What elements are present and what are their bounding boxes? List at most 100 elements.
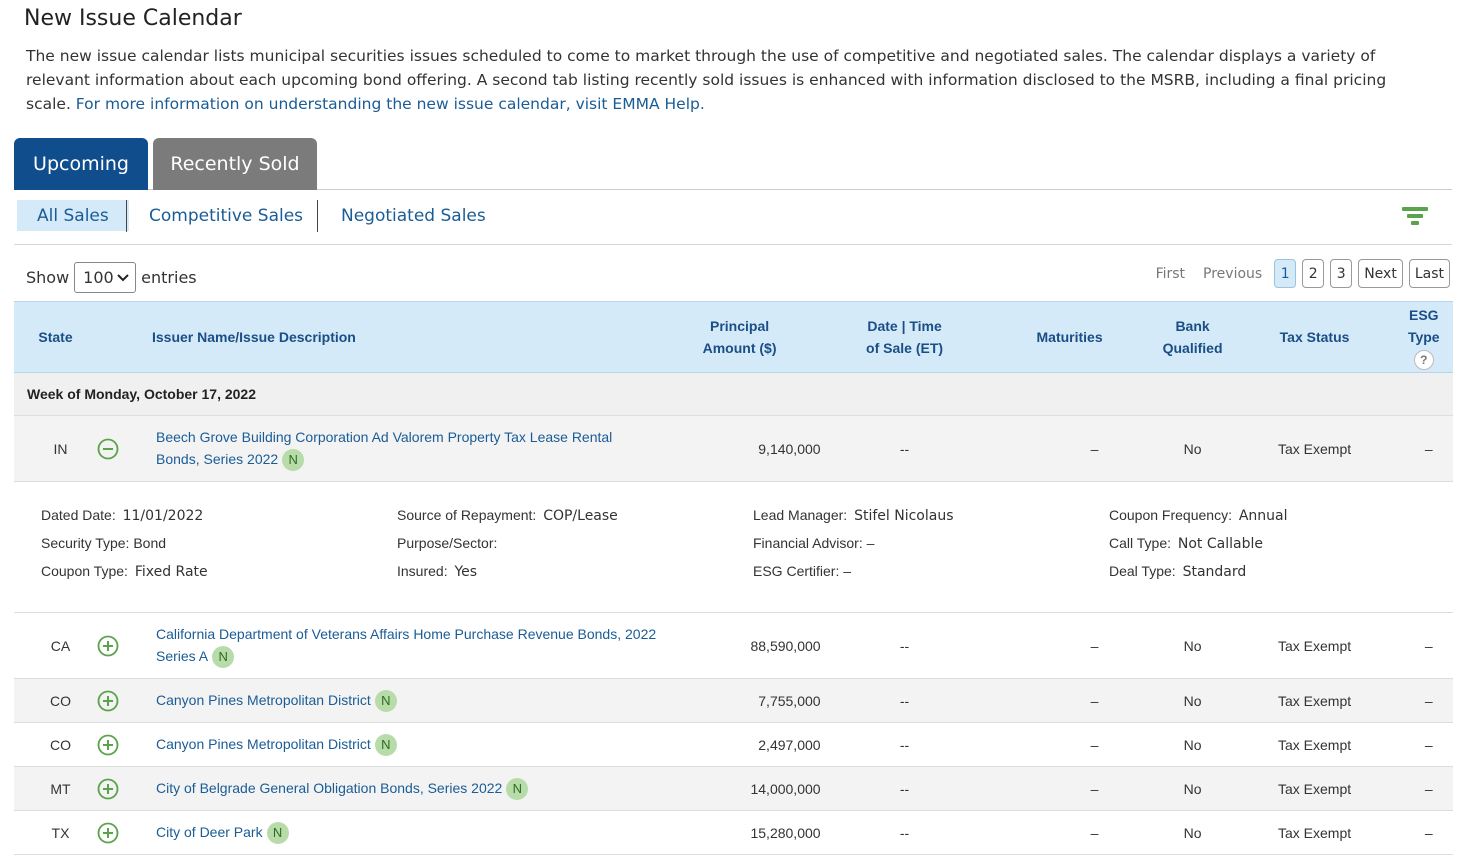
row-amount: 15,280,000 bbox=[658, 810, 821, 855]
detail-col-2: Source of Repayment: COP/Lease Purpose/S… bbox=[397, 507, 618, 591]
header-date-line1: Date | Time bbox=[867, 318, 942, 334]
row-maturities: – bbox=[988, 612, 1151, 679]
header-date-time[interactable]: Date | Time of Sale (ET) bbox=[820, 301, 989, 373]
subtab-competitive-sales[interactable]: Competitive Sales bbox=[129, 200, 323, 232]
row-bank-qualified: No bbox=[1150, 415, 1235, 482]
collapse-icon[interactable] bbox=[97, 438, 119, 460]
header-issuer[interactable]: Issuer Name/Issue Description bbox=[97, 301, 659, 373]
row-state: CO bbox=[14, 678, 97, 723]
row-amount: 88,590,000 bbox=[658, 612, 821, 679]
row-issuer: City of Deer Park N bbox=[142, 810, 659, 855]
row-issuer: Canyon Pines Metropolitan District N bbox=[142, 678, 659, 723]
entries-label: entries bbox=[141, 268, 197, 287]
detail-purpose-label: Purpose/Sector: bbox=[397, 535, 498, 551]
row-date: -- bbox=[820, 722, 989, 767]
header-maturities[interactable]: Maturities bbox=[988, 301, 1151, 373]
detail-financial-advisor: Financial Advisor: – bbox=[753, 535, 954, 563]
header-principal[interactable]: Principal Amount ($) bbox=[658, 301, 821, 373]
row-esg: – bbox=[1394, 612, 1453, 679]
table-row: CO Canyon Pines Metropolitan District N 7… bbox=[14, 678, 1453, 723]
row-issuer: City of Belgrade General Obligation Bond… bbox=[142, 766, 659, 811]
row-state: CA bbox=[14, 612, 97, 679]
expand-icon[interactable] bbox=[97, 734, 119, 756]
expand-icon[interactable] bbox=[97, 690, 119, 712]
detail-call-type: Call Type: Not Callable bbox=[1109, 535, 1288, 563]
table-row: TX City of Deer Park N 15,280,000 -- – No… bbox=[14, 810, 1453, 855]
negotiated-badge: N bbox=[266, 822, 289, 845]
row-bank-qualified: No bbox=[1150, 722, 1235, 767]
expand-icon[interactable] bbox=[97, 822, 119, 844]
entries-select[interactable]: 100 bbox=[74, 262, 137, 293]
row-state: MT bbox=[14, 766, 97, 811]
detail-col-1: Dated Date: 11/01/2022 Security Type: Bo… bbox=[41, 507, 208, 591]
detail-certifier-label: ESG Certifier: bbox=[753, 563, 840, 579]
issuer-link[interactable]: Beech Grove Building Corporation Ad Valo… bbox=[156, 429, 612, 467]
page-title: New Issue Calendar bbox=[24, 6, 242, 31]
row-maturities: – bbox=[988, 722, 1151, 767]
tab-upcoming[interactable]: Upcoming bbox=[14, 138, 148, 190]
header-state[interactable]: State bbox=[14, 301, 97, 373]
show-label: Show bbox=[26, 268, 70, 287]
row-date: -- bbox=[820, 678, 989, 723]
row-tax-status: Tax Exempt bbox=[1234, 612, 1395, 679]
pager-page-2[interactable]: 2 bbox=[1302, 259, 1325, 288]
pager-page-1[interactable]: 1 bbox=[1274, 259, 1297, 288]
pager-previous[interactable]: Previous bbox=[1197, 266, 1268, 282]
pager-next[interactable]: Next bbox=[1358, 259, 1403, 288]
detail-call-value: Not Callable bbox=[1177, 536, 1263, 552]
detail-lead-value: Stifel Nicolaus bbox=[854, 508, 954, 524]
detail-freq-label: Coupon Frequency: bbox=[1109, 507, 1232, 523]
pager-first[interactable]: First bbox=[1150, 266, 1191, 282]
chevron-down-icon bbox=[117, 273, 129, 281]
table-row: CO Canyon Pines Metropolitan District N 2… bbox=[14, 722, 1453, 767]
issuer-link[interactable]: City of Belgrade General Obligation Bond… bbox=[156, 780, 502, 796]
header-date-line2: of Sale (ET) bbox=[866, 340, 944, 356]
expand-icon[interactable] bbox=[97, 778, 119, 800]
header-principal-line1: Principal bbox=[709, 318, 770, 334]
detail-lead-label: Lead Manager: bbox=[753, 507, 848, 523]
detail-deal-type: Deal Type: Standard bbox=[1109, 563, 1288, 591]
detail-advisor-label: Financial Advisor: bbox=[753, 535, 863, 551]
week-group-row: Week of Monday, October 17, 2022 bbox=[14, 372, 1453, 416]
week-label: Week of Monday, October 17, 2022 bbox=[14, 372, 1453, 416]
pagination: First Previous 1 2 3 Next Last bbox=[1150, 259, 1450, 288]
row-tax-status: Tax Exempt bbox=[1234, 722, 1395, 767]
detail-lead-manager: Lead Manager: Stifel Nicolaus bbox=[753, 507, 954, 535]
detail-col-3: Lead Manager: Stifel Nicolaus Financial … bbox=[753, 507, 954, 591]
table-header-row: State Issuer Name/Issue Description Prin… bbox=[14, 301, 1453, 373]
issuer-link[interactable]: Canyon Pines Metropolitan District bbox=[156, 692, 371, 708]
expand-icon[interactable] bbox=[97, 635, 119, 657]
header-tax-status[interactable]: Tax Status bbox=[1234, 301, 1395, 373]
pager-last[interactable]: Last bbox=[1408, 259, 1450, 288]
issuer-link[interactable]: Canyon Pines Metropolitan District bbox=[156, 736, 371, 752]
detail-call-label: Call Type: bbox=[1109, 535, 1171, 551]
emma-help-link[interactable]: For more information on understanding th… bbox=[76, 95, 705, 113]
header-bank-qualified[interactable]: Bank Qualified bbox=[1150, 301, 1235, 373]
row-toggle bbox=[97, 678, 142, 723]
detail-deal-label: Deal Type: bbox=[1109, 563, 1176, 579]
detail-coupon-type-value: Fixed Rate bbox=[134, 564, 208, 580]
row-date: -- bbox=[820, 612, 989, 679]
filter-icon[interactable] bbox=[1402, 205, 1428, 227]
subtab-negotiated-sales[interactable]: Negotiated Sales bbox=[321, 200, 506, 232]
new-issue-table: State Issuer Name/Issue Description Prin… bbox=[14, 301, 1453, 855]
row-date: -- bbox=[820, 810, 989, 855]
header-esg-type[interactable]: ESG Type? bbox=[1394, 301, 1453, 373]
header-principal-line2: Amount ($) bbox=[702, 340, 777, 356]
detail-coupon-type: Coupon Type: Fixed Rate bbox=[41, 563, 208, 591]
row-issuer: California Department of Veterans Affair… bbox=[142, 612, 659, 679]
row-tax-status: Tax Exempt bbox=[1234, 810, 1395, 855]
tab-recently-sold[interactable]: Recently Sold bbox=[153, 138, 317, 190]
issuer-link[interactable]: City of Deer Park bbox=[156, 824, 263, 840]
negotiated-badge: N bbox=[212, 646, 235, 669]
pager-page-3[interactable]: 3 bbox=[1330, 259, 1353, 288]
table-row: MT City of Belgrade General Obligation B… bbox=[14, 766, 1453, 811]
row-esg: – bbox=[1394, 722, 1453, 767]
detail-security-type: Security Type: Bond bbox=[41, 535, 208, 563]
detail-col-4: Coupon Frequency: Annual Call Type: Not … bbox=[1109, 507, 1288, 591]
help-icon[interactable]: ? bbox=[1413, 350, 1434, 370]
subtab-divider bbox=[126, 200, 127, 232]
subtab-all-sales[interactable]: All Sales bbox=[17, 200, 129, 231]
row-toggle bbox=[97, 722, 142, 767]
row-tax-status: Tax Exempt bbox=[1234, 415, 1395, 482]
